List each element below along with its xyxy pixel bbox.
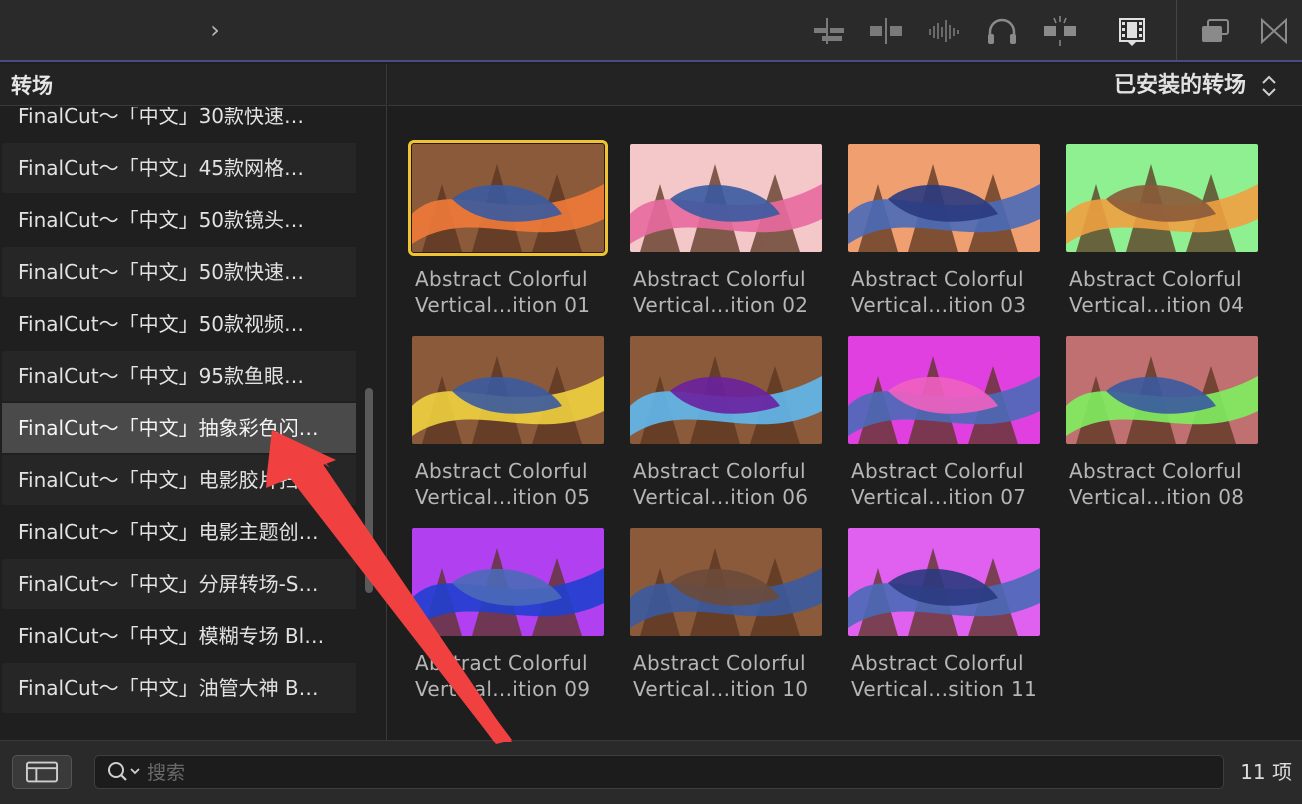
transition-caption: Abstract Colorful Vertical...ition 01 [415, 266, 606, 318]
transition-caption: Abstract Colorful Vertical...ition 02 [633, 266, 824, 318]
transition-caption: Abstract Colorful Vertical...ition 04 [1069, 266, 1260, 318]
category-item[interactable]: FinalCut～「中文」电影胶片扫… [2, 455, 356, 505]
category-item[interactable]: FinalCut～「中文」电影主题创… [2, 507, 356, 557]
transition-caption: Abstract Colorful Vertical...ition 03 [851, 266, 1042, 318]
transition-tile[interactable]: Abstract Colorful Vertical...ition 08 [1064, 336, 1260, 510]
transition-tile[interactable]: Abstract Colorful Vertical...ition 03 [846, 144, 1042, 318]
toolbar-divider [1176, 0, 1177, 60]
connect-clips-icon[interactable] [808, 14, 848, 48]
transition-caption: Abstract Colorful Vertical...ition 10 [633, 650, 824, 702]
category-item[interactable]: FinalCut～「中文」油管大神 B… [2, 663, 356, 713]
transition-tile[interactable]: Abstract Colorful Vertical...sition 11 [846, 528, 1042, 702]
sidebar-toggle-button[interactable] [12, 755, 72, 789]
transitions-browser-icon[interactable] [1254, 14, 1294, 48]
transition-caption: Abstract Colorful Vertical...ition 06 [633, 458, 824, 510]
transition-caption: Abstract Colorful Vertical...ition 08 [1069, 458, 1260, 510]
sidebar-scrollbar[interactable] [362, 388, 376, 598]
caption-line-2: Vertical...ition 06 [633, 485, 809, 509]
search-field[interactable]: 搜索 [94, 755, 1224, 789]
caption-line-2: Vertical...ition 05 [415, 485, 591, 509]
transitions-browser-content: 已安装的转场 Abstract Colorful Vertical...ition… [388, 64, 1302, 740]
transition-caption: Abstract Colorful Vertical...sition 11 [851, 650, 1042, 702]
caption-line-1: Abstract Colorful [851, 459, 1024, 483]
transitions-category-sidebar: 转场 FinalCut～「中文」30款快速… FinalCut～「中文」45款网… [0, 64, 387, 740]
top-toolbar: › [0, 0, 1302, 62]
category-list: FinalCut～「中文」30款快速… FinalCut～「中文」45款网格… … [2, 107, 356, 740]
transition-tile[interactable]: Abstract Colorful Vertical...ition 04 [1064, 144, 1260, 318]
caption-line-2: Vertical...ition 09 [415, 677, 591, 701]
category-item[interactable]: FinalCut～「中文」模糊专场 Bl… [2, 611, 356, 661]
transition-tile[interactable]: Abstract Colorful Vertical...ition 07 [846, 336, 1042, 510]
search-icon[interactable] [101, 755, 145, 789]
transition-thumbnail[interactable] [630, 144, 822, 252]
transition-thumbnail[interactable] [848, 336, 1040, 444]
split-clip-icon[interactable] [866, 14, 906, 48]
caption-line-1: Abstract Colorful [415, 459, 588, 483]
transition-thumbnail[interactable] [1066, 144, 1258, 252]
category-item[interactable]: FinalCut～「中文」50款镜头… [2, 195, 356, 245]
caption-line-2: Vertical...ition 02 [633, 293, 809, 317]
transition-tile[interactable]: Abstract Colorful Vertical...ition 01 [408, 140, 608, 318]
bottom-bar: 搜索 11 项 [0, 740, 1302, 804]
transition-tile[interactable]: Abstract Colorful Vertical...ition 09 [410, 528, 606, 702]
caption-line-1: Abstract Colorful [851, 651, 1024, 675]
transition-thumbnail[interactable] [408, 140, 608, 256]
chevron-right-icon[interactable]: › [203, 16, 227, 44]
caption-line-2: Vertical...ition 04 [1069, 293, 1245, 317]
category-item-selected[interactable]: FinalCut～「中文」抽象彩色闪… [2, 403, 356, 453]
transition-caption: Abstract Colorful Vertical...ition 05 [415, 458, 606, 510]
caption-line-1: Abstract Colorful [415, 651, 588, 675]
transition-tile[interactable]: Abstract Colorful Vertical...ition 02 [628, 144, 824, 318]
transition-thumbnail[interactable] [848, 528, 1040, 636]
caption-line-1: Abstract Colorful [633, 651, 806, 675]
scrollbar-thumb[interactable] [365, 388, 373, 593]
caption-line-2: Vertical...ition 03 [851, 293, 1027, 317]
window-layout-icon[interactable] [1196, 14, 1236, 48]
transition-caption: Abstract Colorful Vertical...ition 07 [851, 458, 1042, 510]
category-item[interactable]: FinalCut～「中文」50款视频… [2, 299, 356, 349]
category-item[interactable]: FinalCut～「中文」45款网格… [2, 143, 356, 193]
effects-light-icon[interactable] [1040, 14, 1080, 48]
caption-line-2: Vertical...sition 11 [851, 677, 1038, 701]
sidebar-layout-icon [26, 761, 58, 783]
transition-thumbnail[interactable] [848, 144, 1040, 252]
filmstrip-icon[interactable] [1112, 14, 1152, 48]
caption-line-2: Vertical...ition 10 [633, 677, 809, 701]
caption-line-1: Abstract Colorful [851, 267, 1024, 291]
caption-line-1: Abstract Colorful [633, 459, 806, 483]
transition-tile[interactable]: Abstract Colorful Vertical...ition 10 [628, 528, 824, 702]
transition-thumbnail[interactable] [412, 528, 604, 636]
category-item[interactable]: FinalCut～「中文」50款快速… [2, 247, 356, 297]
caption-line-1: Abstract Colorful [1069, 267, 1242, 291]
audio-waveform-icon[interactable] [924, 14, 964, 48]
category-item[interactable]: FinalCut～「中文」分屏转场-S… [2, 559, 356, 609]
caption-line-2: Vertical...ition 01 [415, 293, 591, 317]
transition-thumbnail[interactable] [630, 336, 822, 444]
content-header: 已安装的转场 [388, 64, 1302, 106]
item-count: 11 项 [1240, 760, 1292, 784]
transition-tile[interactable]: Abstract Colorful Vertical...ition 05 [410, 336, 606, 510]
transition-thumbnail[interactable] [630, 528, 822, 636]
caption-line-1: Abstract Colorful [633, 267, 806, 291]
category-item[interactable]: FinalCut～「中文」30款快速… [2, 107, 356, 141]
caption-line-2: Vertical...ition 07 [851, 485, 1027, 509]
chevron-updown-icon[interactable] [1260, 72, 1278, 100]
transition-tile[interactable]: Abstract Colorful Vertical...ition 06 [628, 336, 824, 510]
caption-line-2: Vertical...ition 08 [1069, 485, 1245, 509]
caption-line-1: Abstract Colorful [415, 267, 588, 291]
transition-thumbnail[interactable] [412, 336, 604, 444]
caption-line-1: Abstract Colorful [1069, 459, 1242, 483]
headphones-icon[interactable] [982, 14, 1022, 48]
installed-transitions-filter[interactable]: 已安装的转场 [1114, 64, 1246, 108]
transitions-browser-window: › 转场 FinalCut～「中文」30款快速… FinalCut～「中文」45… [0, 0, 1302, 804]
transition-thumbnail[interactable] [1066, 336, 1258, 444]
search-placeholder: 搜索 [147, 762, 186, 784]
transition-caption: Abstract Colorful Vertical...ition 09 [415, 650, 606, 702]
sidebar-title: 转场 [0, 64, 386, 106]
category-item[interactable]: FinalCut～「中文」95款鱼眼… [2, 351, 356, 401]
